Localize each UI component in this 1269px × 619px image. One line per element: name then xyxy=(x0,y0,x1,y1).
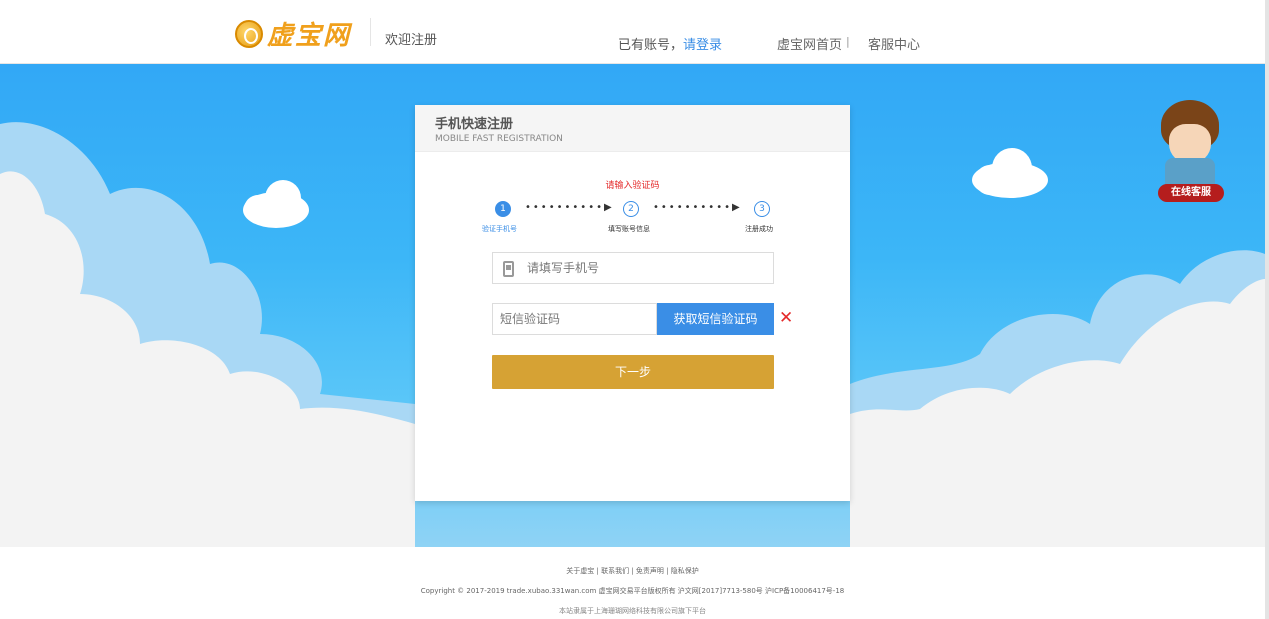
phone-field[interactable] xyxy=(492,252,774,284)
footer-copyright: Copyright © 2017-2019 trade.xubao.331wan… xyxy=(420,587,845,595)
error-message: 请输入验证码 xyxy=(605,181,660,191)
online-service-button[interactable]: 在线客服 xyxy=(1158,184,1224,202)
site-logo[interactable]: 虚宝网 xyxy=(235,15,351,52)
has-account-text: 已有账号，请登录 xyxy=(618,34,722,53)
step-1-circle: 1 xyxy=(495,201,511,217)
card-header: 手机快速注册 MOBILE FAST REGISTRATION xyxy=(415,105,850,152)
step-3-circle: 3 xyxy=(754,201,770,217)
error-x-icon: ✕ xyxy=(779,308,794,328)
small-cloud-left xyxy=(243,180,309,228)
get-sms-code-button[interactable]: 获取短信验证码 xyxy=(657,303,774,335)
nav-service-link[interactable]: 客服中心 xyxy=(868,34,920,53)
card-subtitle: MOBILE FAST REGISTRATION xyxy=(435,134,563,144)
step-3-label: 注册成功 xyxy=(745,225,773,233)
login-link[interactable]: 请登录 xyxy=(683,38,722,53)
registration-card: 手机快速注册 MOBILE FAST REGISTRATION 请输入验证码 1… xyxy=(415,105,850,501)
nav-separator: | xyxy=(846,35,850,48)
step-progress: 1 ••••••••••▶ 2 ••••••••••▶ 3 验证手机号 填写账号… xyxy=(415,198,850,238)
step-connector-2: ••••••••••▶ xyxy=(653,202,742,213)
step-1-label: 验证手机号 xyxy=(482,225,517,233)
step-connector-1: ••••••••••▶ xyxy=(525,202,614,213)
header-divider xyxy=(370,18,371,46)
nav-home-link[interactable]: 虚宝网首页 xyxy=(777,34,842,53)
logo-text: 虚宝网 xyxy=(267,21,352,51)
card-title: 手机快速注册 xyxy=(435,117,514,132)
sms-code-field[interactable] xyxy=(492,303,657,335)
service-avatar-body xyxy=(1165,158,1215,186)
small-cloud-right xyxy=(972,148,1048,198)
welcome-text: 欢迎注册 xyxy=(385,33,438,48)
online-service-widget[interactable]: 在线客服 xyxy=(1155,98,1227,206)
top-header: 虚宝网 欢迎注册 已有账号，请登录 虚宝网首页 | 客服中心 xyxy=(0,0,1265,64)
has-account-label: 已有账号， xyxy=(618,38,684,53)
step-2-label: 填写账号信息 xyxy=(608,225,650,233)
phone-input[interactable] xyxy=(527,259,757,277)
page-footer: 关于虚宝 | 联系我们 | 免责声明 | 隐私保护 Copyright © 20… xyxy=(0,547,1265,619)
page-scrollbar[interactable] xyxy=(1265,0,1269,619)
footer-links[interactable]: 关于虚宝 | 联系我们 | 免责声明 | 隐私保护 xyxy=(0,566,1265,576)
step-2-circle: 2 xyxy=(623,201,639,217)
coin-logo-icon xyxy=(235,19,263,48)
footer-owner: 本站隶属于上海珊瑚网络科技有限公司旗下平台 xyxy=(559,607,706,615)
next-step-button[interactable]: 下一步 xyxy=(492,355,774,389)
mobile-phone-icon xyxy=(503,261,514,277)
sms-code-input[interactable] xyxy=(500,310,650,328)
